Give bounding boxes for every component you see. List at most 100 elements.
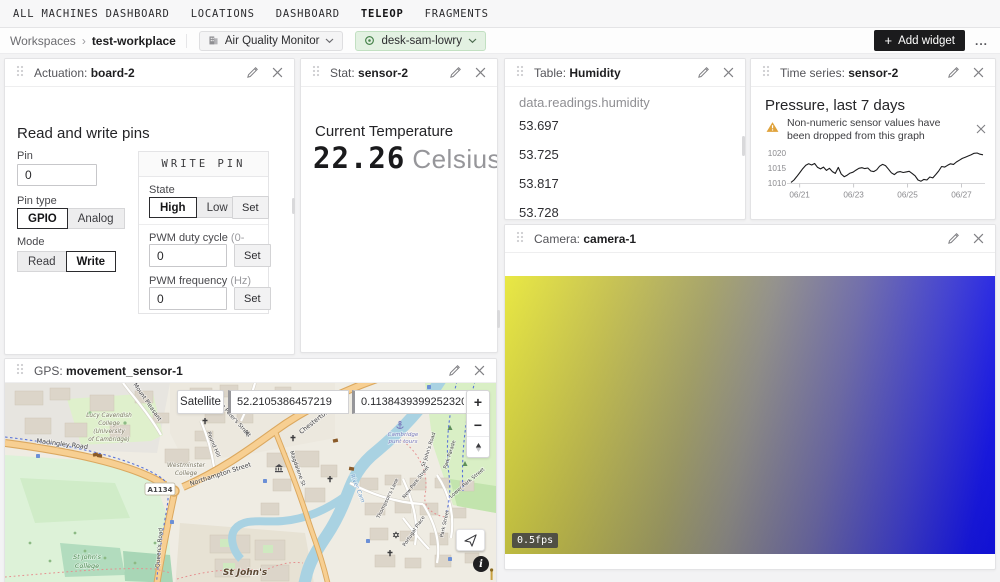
svg-text:06/21: 06/21: [789, 191, 810, 200]
compass-reset-button[interactable]: [467, 437, 489, 457]
warning-banner: Non-numeric sensor values have been drop…: [766, 117, 986, 143]
close-icon[interactable]: [973, 233, 984, 244]
widget-table-header[interactable]: Table: Humidity: [505, 59, 745, 87]
drag-handle-icon[interactable]: [16, 362, 24, 380]
locate-me-button[interactable]: [456, 529, 485, 551]
breadcrumb-current-workspace[interactable]: test-workplace: [92, 34, 187, 48]
widget-gps: GPS: movement_sensor-1: [4, 358, 497, 582]
table-row: 53.725: [519, 140, 731, 169]
mode-write-button[interactable]: Write: [66, 251, 117, 272]
dismiss-warning-icon[interactable]: [976, 121, 986, 143]
widget-title-name: camera-1: [583, 232, 636, 246]
machine-select-value: desk-sam-lowry: [381, 35, 462, 47]
widget-stat-header[interactable]: Stat: sensor-2: [301, 59, 497, 87]
drag-handle-icon[interactable]: [16, 64, 24, 82]
stat-unit: Celsius: [412, 144, 498, 174]
actuation-heading: Read and write pins: [17, 125, 150, 142]
map-canvas[interactable]: A1134 Madingley RoadMount PleasantPound …: [5, 383, 496, 582]
chart-title: Pressure, last 7 days: [765, 97, 905, 114]
pin-type-analog-button[interactable]: Analog: [67, 208, 125, 229]
close-icon[interactable]: [973, 67, 984, 78]
nav-fragments[interactable]: FRAGMENTS: [425, 8, 489, 20]
edit-pencil-icon[interactable]: [448, 364, 461, 377]
pwm-frequency-input[interactable]: [149, 287, 227, 310]
widget-timeseries-header[interactable]: Time series: sensor-2: [751, 59, 995, 87]
close-icon[interactable]: [272, 67, 283, 78]
breadcrumb-workspaces[interactable]: Workspaces: [10, 34, 76, 48]
panel-divider: [139, 224, 268, 225]
widget-title: Actuation:: [34, 66, 87, 80]
pin-input[interactable]: [17, 164, 97, 186]
satellite-toggle-button[interactable]: Satellite: [177, 390, 224, 414]
widget-title-name: sensor-2: [358, 66, 408, 80]
machine-icon: [364, 35, 375, 46]
pwm-duty-input[interactable]: [149, 244, 227, 267]
pwm-frequency-set-button[interactable]: Set: [234, 287, 271, 310]
svg-text:06/25: 06/25: [897, 191, 918, 200]
teleop-screen: ALL MACHINES DASHBOARD LOCATIONS DASHBOA…: [0, 0, 1000, 582]
mode-read-button[interactable]: Read: [17, 251, 67, 272]
chevron-down-icon: [325, 38, 334, 44]
widget-title: Table:: [534, 66, 566, 80]
latitude-input[interactable]: [228, 390, 349, 414]
scrollbar-thumb[interactable]: [292, 198, 295, 214]
machine-select[interactable]: desk-sam-lowry: [355, 31, 486, 51]
road-shield: A1134: [145, 483, 175, 495]
pin-type-segmented: GPIO Analog: [17, 208, 125, 229]
widget-table: Table: Humidity data.readings.humidity 5…: [504, 58, 746, 220]
svg-text:College: College: [98, 421, 120, 427]
zoom-in-button[interactable]: +: [467, 391, 489, 414]
warning-text: Non-numeric sensor values have been drop…: [787, 117, 959, 143]
close-icon[interactable]: [474, 365, 485, 376]
drag-handle-icon[interactable]: [762, 64, 770, 82]
humidity-table-body: 53.69753.72553.81753.728: [519, 111, 731, 220]
longitude-input[interactable]: [352, 390, 471, 414]
mode-label: Mode: [17, 236, 45, 248]
svg-text:College: College: [175, 470, 198, 477]
pwm-frequency-label: PWM frequency (Hz): [149, 275, 251, 287]
widget-actuation-header[interactable]: Actuation: board-2: [5, 59, 294, 87]
map-zoom-controls: + −: [466, 390, 490, 458]
widget-camera-header[interactable]: Camera: camera-1: [505, 225, 995, 253]
more-menu-button[interactable]: ...: [975, 34, 988, 48]
state-high-button[interactable]: High: [149, 197, 197, 218]
location-select[interactable]: Air Quality Monitor: [199, 31, 344, 51]
nav-teleop[interactable]: TELEOP: [361, 8, 404, 20]
add-widget-button[interactable]: + Add widget: [874, 30, 965, 51]
pin-type-label: Pin type: [17, 195, 57, 207]
drag-handle-icon[interactable]: [312, 64, 320, 82]
close-icon[interactable]: [475, 67, 486, 78]
pin-type-gpio-button[interactable]: GPIO: [17, 208, 68, 229]
map-attribution-info-button[interactable]: i: [473, 556, 489, 572]
svg-text:Cambridge: Cambridge: [388, 432, 419, 438]
svg-text:(University: (University: [93, 429, 125, 435]
drag-handle-icon[interactable]: [516, 230, 524, 248]
svg-text:of Cambridge): of Cambridge): [88, 437, 130, 443]
pressure-line-chart: 10101015102006/2106/2306/2506/27: [757, 145, 993, 205]
nav-locations[interactable]: LOCATIONS: [191, 8, 255, 20]
scrollbar-thumb[interactable]: [742, 136, 745, 156]
pwm-duty-set-button[interactable]: Set: [234, 244, 271, 267]
state-label: State: [149, 184, 175, 196]
nav-dashboard[interactable]: DASHBOARD: [276, 8, 340, 20]
edit-pencil-icon[interactable]: [697, 66, 710, 79]
svg-text:06/27: 06/27: [951, 191, 972, 200]
table-row: 53.728: [519, 198, 731, 220]
state-segmented: High Low: [149, 197, 239, 218]
edit-pencil-icon[interactable]: [947, 66, 960, 79]
edit-pencil-icon[interactable]: [449, 66, 462, 79]
widget-title-name: sensor-2: [848, 66, 898, 80]
widget-gps-header[interactable]: GPS: movement_sensor-1: [5, 359, 496, 383]
close-icon[interactable]: [723, 67, 734, 78]
edit-pencil-icon[interactable]: [246, 66, 259, 79]
table-column-header: data.readings.humidity: [519, 95, 650, 110]
nav-all-machines-dashboard[interactable]: ALL MACHINES DASHBOARD: [13, 8, 170, 20]
table-row: 53.697: [519, 111, 731, 140]
scrollbar-thumb[interactable]: [497, 310, 500, 328]
state-set-button[interactable]: Set: [232, 196, 269, 219]
zoom-out-button[interactable]: −: [467, 414, 489, 437]
edit-pencil-icon[interactable]: [947, 232, 960, 245]
warning-triangle-icon: [766, 120, 779, 143]
widget-title-name: Humidity: [569, 66, 620, 80]
drag-handle-icon[interactable]: [516, 64, 524, 82]
